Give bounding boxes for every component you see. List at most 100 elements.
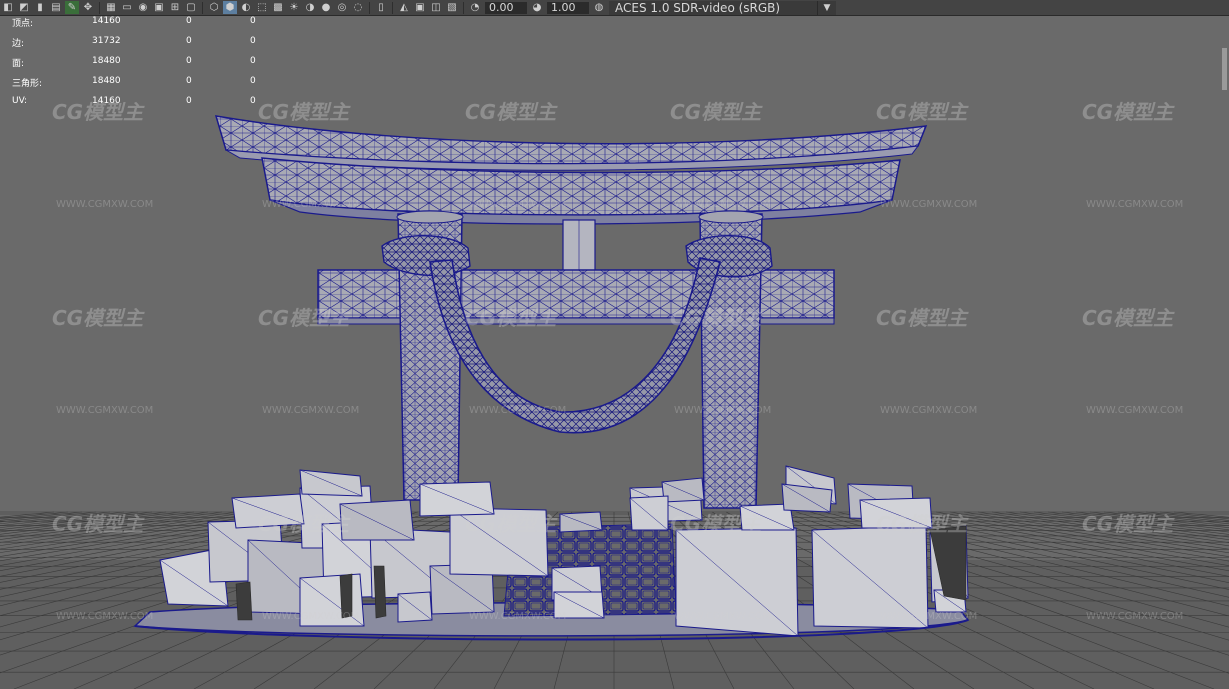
toolbar-separator — [392, 1, 393, 14]
watermark-url: WWW.CGMXW.COM — [469, 405, 567, 416]
resolution-gate-icon[interactable]: ◉ — [136, 1, 150, 14]
2d-pan-icon[interactable]: ✥ — [81, 1, 95, 14]
antialias-icon[interactable]: ◌ — [351, 1, 365, 14]
watermark-logo: CG模型主 — [52, 100, 144, 124]
watermark-url: WWW.CGMXW.COM — [1086, 199, 1184, 210]
hud-v1: 31732 — [92, 36, 121, 46]
gate-mask-icon[interactable]: ▣ — [152, 1, 166, 14]
shadows-icon[interactable]: ◑ — [303, 1, 317, 14]
watermark-url: WWW.CGMXW.COM — [56, 199, 154, 210]
hud-row: 面: 18480 0 0 — [12, 56, 272, 76]
toolbar-separator — [463, 1, 464, 14]
exposure-icon[interactable]: ◔ — [468, 1, 482, 14]
watermark-url: WWW.CGMXW.COM — [262, 611, 360, 622]
viewport-scrollbar[interactable] — [1222, 48, 1227, 90]
watermark-logo: CG模型主 — [670, 100, 762, 124]
watermark-url: WWW.CGMXW.COM — [880, 405, 978, 416]
watermark-logo: CG模型主 — [1082, 512, 1174, 536]
image-plane-icon[interactable]: ▤ — [49, 1, 63, 14]
hud-v3: 0 — [250, 56, 256, 66]
watermark-logo: CG模型主 — [876, 100, 968, 124]
hud-v2: 0 — [186, 76, 192, 86]
bounding-box-icon[interactable]: ⬚ — [255, 1, 269, 14]
hud-v3: 0 — [250, 76, 256, 86]
watermark-url: WWW.CGMXW.COM — [56, 405, 154, 416]
stone — [339, 499, 415, 541]
smooth-shade-icon[interactable]: ⬢ — [223, 1, 237, 14]
watermark-url: WWW.CGMXW.COM — [674, 199, 772, 210]
watermark-logo: CG模型主 — [52, 512, 144, 536]
watermark-logo: CG模型主 — [1082, 306, 1174, 330]
watermark-logo: CG模型主 — [258, 100, 350, 124]
safe-action-icon[interactable]: ▢ — [184, 1, 198, 14]
watermark-url: WWW.CGMXW.COM — [469, 199, 567, 210]
xray-icon[interactable]: ▩ — [271, 1, 285, 14]
xray-active-icon[interactable]: ◫ — [429, 1, 443, 14]
torii-gate-model[interactable] — [133, 115, 970, 641]
left-rope-wrap — [381, 235, 471, 276]
hud-label: 顶点: — [12, 19, 34, 29]
hud-v1: 14160 — [92, 16, 121, 26]
watermark-logo: CG模型主 — [1082, 100, 1174, 124]
watermark-logo: CG模型主 — [465, 512, 557, 536]
grease-pencil-icon[interactable]: ✎ — [65, 1, 79, 14]
hud-row: 顶点: 14160 0 0 — [12, 16, 272, 36]
watermark-logo: CG模型主 — [52, 306, 144, 330]
watermark-logo: CG模型主 — [670, 512, 762, 536]
exposure-field[interactable]: 0.00 — [485, 1, 527, 14]
stone-shadow — [373, 565, 387, 619]
camera-icon[interactable]: ◧ — [1, 1, 15, 14]
hud-v3: 0 — [250, 36, 256, 46]
hud-label: UV: — [12, 96, 28, 106]
left-pillar-cap — [396, 210, 464, 224]
hud-row: 边: 31732 0 0 — [12, 36, 272, 56]
hud-row: 三角形: 18480 0 0 — [12, 76, 272, 96]
hud-v2: 0 — [186, 56, 192, 66]
watermark-url: WWW.CGMXW.COM — [674, 405, 772, 416]
watermark-url: WWW.CGMXW.COM — [880, 611, 978, 622]
watermark-logo: CG模型主 — [258, 306, 350, 330]
camera-attr-icon[interactable]: ◩ — [17, 1, 31, 14]
toolbar-separator — [99, 1, 100, 14]
backface-icon[interactable]: ▧ — [445, 1, 459, 14]
chevron-down-icon[interactable]: ▼ — [817, 0, 836, 15]
color-space-dropdown[interactable]: ACES 1.0 SDR-video (sRGB) — [609, 0, 817, 15]
watermark-url: WWW.CGMXW.COM — [262, 405, 360, 416]
ambient-occlusion-icon[interactable]: ● — [319, 1, 333, 14]
hud-v2: 0 — [186, 36, 192, 46]
toolbar-separator — [202, 1, 203, 14]
flat-shade-icon[interactable]: ◐ — [239, 1, 253, 14]
depth-of-field-icon[interactable]: ▯ — [374, 1, 388, 14]
hud-v2: 0 — [186, 96, 192, 106]
watermark-logo: CG模型主 — [465, 306, 557, 330]
watermark-logo: CG模型主 — [670, 306, 762, 330]
right-pillar-cap — [698, 210, 764, 224]
motion-blur-icon[interactable]: ◎ — [335, 1, 349, 14]
hud-v3: 0 — [250, 16, 256, 26]
colorspace-icon[interactable]: ◍ — [592, 1, 606, 14]
field-chart-icon[interactable]: ⊞ — [168, 1, 182, 14]
film-gate-icon[interactable]: ▭ — [120, 1, 134, 14]
hud-v1: 18480 — [92, 76, 121, 86]
watermark-url: WWW.CGMXW.COM — [1086, 405, 1184, 416]
xray-joints-icon[interactable]: ▣ — [413, 1, 427, 14]
watermark-url: WWW.CGMXW.COM — [880, 199, 978, 210]
watermark-url: WWW.CGMXW.COM — [1086, 611, 1184, 622]
toolbar-separator — [369, 1, 370, 14]
hud-label: 面: — [12, 59, 25, 69]
watermark-url: WWW.CGMXW.COM — [262, 199, 360, 210]
grid-icon[interactable]: ▦ — [104, 1, 118, 14]
gamma-icon[interactable]: ◕ — [530, 1, 544, 14]
bookmark-icon[interactable]: ▮ — [33, 1, 47, 14]
hud-v2: 0 — [186, 16, 192, 26]
wireframe-icon[interactable]: ⬡ — [207, 1, 221, 14]
watermark-url: WWW.CGMXW.COM — [674, 611, 772, 622]
watermark-logo: CG模型主 — [876, 512, 968, 536]
stone-shadow — [235, 581, 253, 621]
hud-v3: 0 — [250, 96, 256, 106]
watermark-logo: CG模型主 — [465, 100, 557, 124]
gamma-field[interactable]: 1.00 — [547, 1, 589, 14]
isolate-icon[interactable]: ◭ — [397, 1, 411, 14]
viewport-panel[interactable]: ◧ ◩ ▮ ▤ ✎ ✥ ▦ ▭ ◉ ▣ ⊞ ▢ ⬡ ⬢ ◐ ⬚ ▩ ☀ ◑ ● ◎ ◌ ▯ ◭ ▣ ◫ ▧ ◔ 0.00 ◕ 1.00 ◍ AC… — [0, 0, 1229, 689]
use-lights-icon[interactable]: ☀ — [287, 1, 301, 14]
